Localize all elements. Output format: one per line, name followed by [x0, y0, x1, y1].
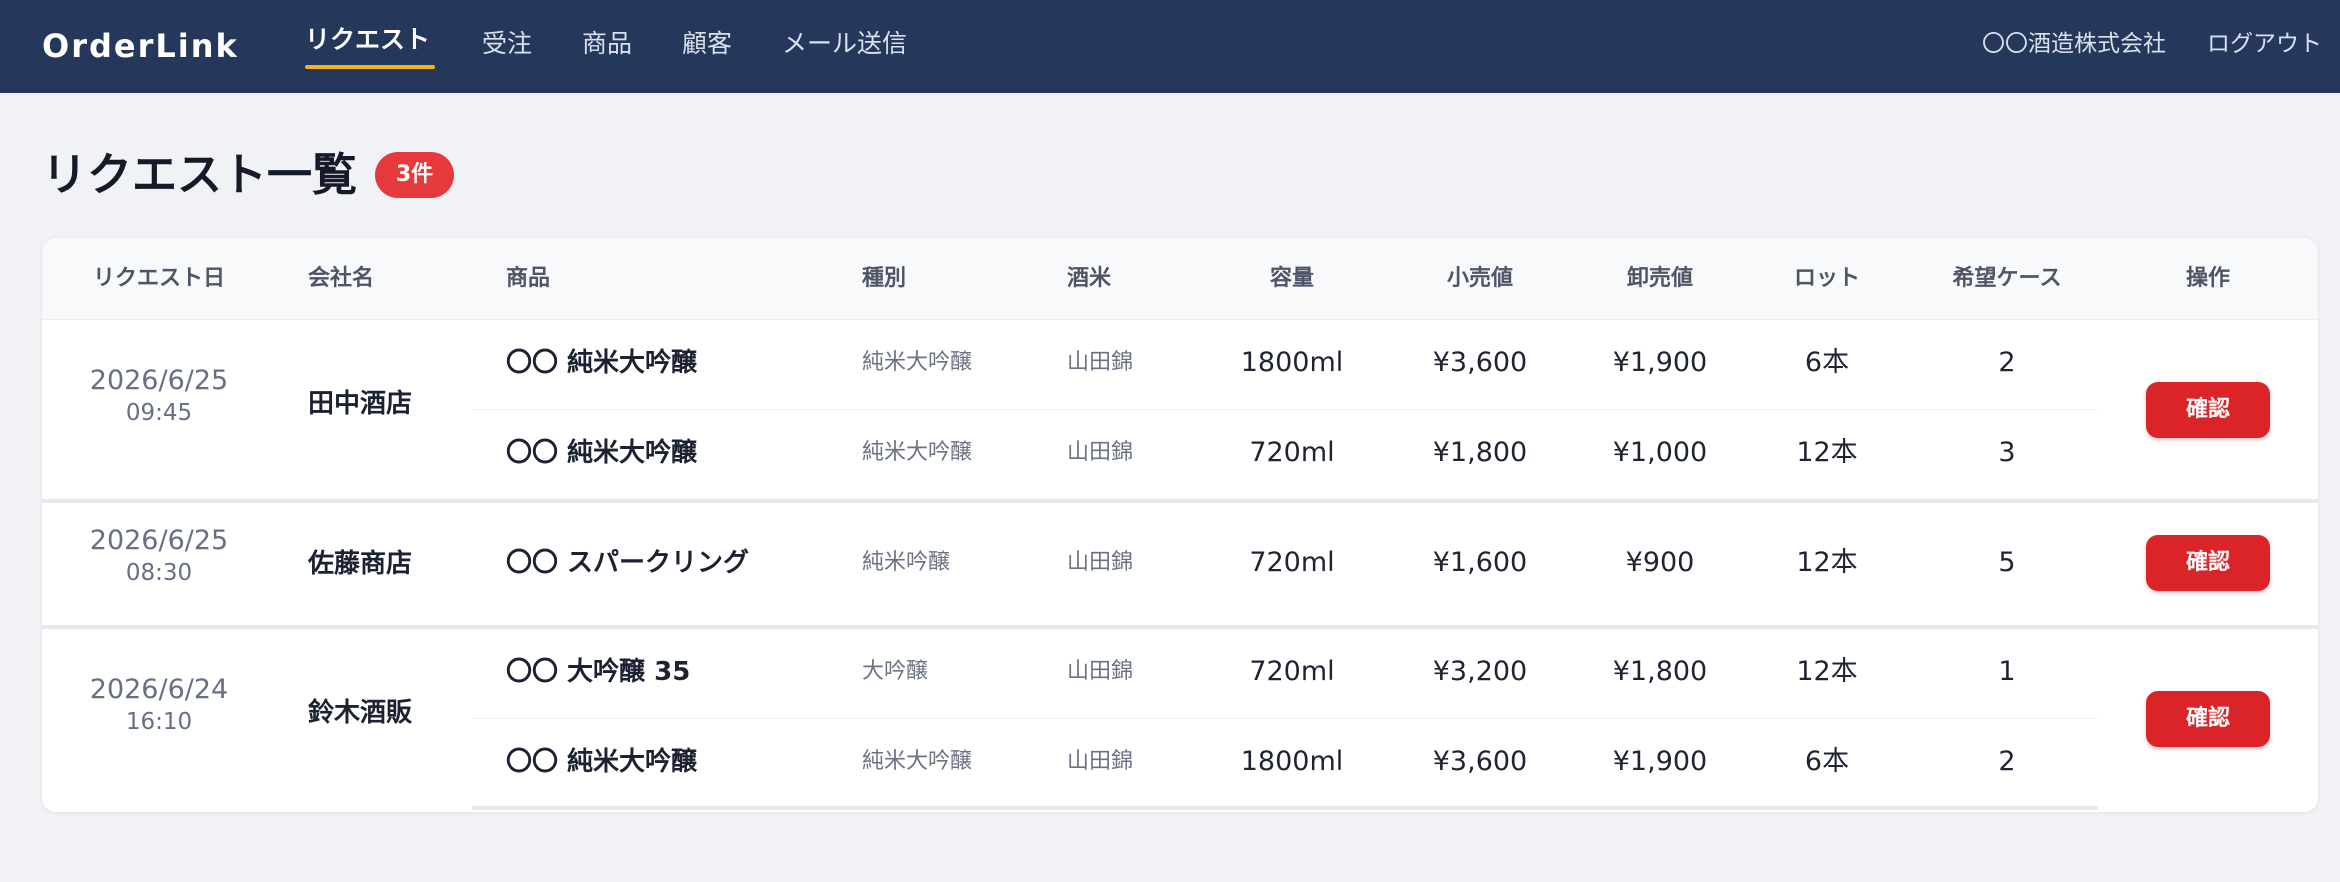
- confirm-button[interactable]: 確認: [2146, 691, 2270, 747]
- product-cell: 〇〇 純米大吟醸: [506, 747, 698, 777]
- cases-cell: 2: [1998, 347, 2016, 378]
- rice-cell: 山田錦: [1067, 659, 1134, 684]
- volume-cell: 1800ml: [1240, 746, 1344, 777]
- nav-item-customers[interactable]: 顧客: [682, 20, 732, 68]
- row-divider: [472, 718, 2098, 719]
- product-cell: 〇〇 純米大吟醸: [506, 348, 698, 378]
- product-cell: 〇〇 大吟醸 35: [506, 657, 691, 687]
- col-header-company: 会社名: [308, 266, 375, 291]
- col-header-cases: 希望ケース: [1952, 266, 2062, 291]
- confirm-button[interactable]: 確認: [2146, 382, 2270, 438]
- nav-active-underline: [305, 65, 435, 69]
- company-name: 〇〇酒造株式会社: [1982, 31, 2166, 57]
- retail-price-cell: ¥3,600: [1432, 347, 1528, 378]
- kind-cell: 純米大吟醸: [862, 440, 973, 465]
- retail-price-cell: ¥3,600: [1432, 746, 1528, 777]
- product-cell: 〇〇 スパークリング: [506, 548, 750, 578]
- page-title: リクエスト一覧: [42, 148, 358, 201]
- volume-cell: 720ml: [1249, 547, 1335, 578]
- rice-cell: 山田錦: [1067, 550, 1134, 575]
- col-header-lot: ロット: [1793, 266, 1860, 291]
- request-group: 2026/6/24 16:10 鈴木酒販 〇〇 大吟醸 35 大吟醸 山田錦 7…: [42, 629, 2318, 812]
- row-divider: [472, 806, 2098, 810]
- request-date: 2026/6/24: [89, 674, 229, 705]
- nav-item-orders[interactable]: 受注: [482, 20, 532, 68]
- brand-logo[interactable]: OrderLink: [42, 22, 239, 70]
- cases-cell: 3: [1998, 437, 2016, 468]
- request-time: 09:45: [125, 400, 193, 426]
- count-badge: 3件: [375, 152, 454, 198]
- product-cell: 〇〇 純米大吟醸: [506, 438, 698, 468]
- request-group: 2026/6/25 08:30 佐藤商店 〇〇 スパークリング 純米吟醸 山田錦…: [42, 503, 2318, 629]
- nav-item-requests[interactable]: リクエスト: [305, 16, 430, 64]
- rice-cell: 山田錦: [1067, 350, 1134, 375]
- request-time: 08:30: [125, 560, 193, 586]
- cases-cell: 5: [1998, 547, 2016, 578]
- logout-link[interactable]: ログアウト: [2207, 20, 2322, 68]
- col-header-volume: 容量: [1269, 266, 1314, 291]
- company-name-cell: 田中酒店: [308, 389, 413, 419]
- nav-item-mail[interactable]: メール送信: [782, 20, 907, 68]
- confirm-button[interactable]: 確認: [2146, 535, 2270, 591]
- lot-cell: 12本: [1796, 547, 1858, 578]
- lot-cell: 12本: [1796, 656, 1858, 687]
- request-date: 2026/6/25: [89, 525, 229, 556]
- lot-cell: 6本: [1804, 347, 1850, 378]
- volume-cell: 720ml: [1249, 656, 1335, 687]
- kind-cell: 純米大吟醸: [862, 749, 973, 774]
- col-header-retail: 小売値: [1446, 266, 1513, 291]
- rice-cell: 山田錦: [1067, 749, 1134, 774]
- table-header: リクエスト日 会社名 商品 種別 酒米 容量 小売値 卸売値 ロット 希望ケース…: [42, 238, 2318, 320]
- retail-price-cell: ¥1,800: [1432, 437, 1528, 468]
- col-header-request-date: リクエスト日: [92, 266, 225, 291]
- cases-cell: 2: [1998, 746, 2016, 777]
- rice-cell: 山田錦: [1067, 440, 1134, 465]
- lot-cell: 6本: [1804, 746, 1850, 777]
- volume-cell: 720ml: [1249, 437, 1335, 468]
- col-header-product: 商品: [506, 266, 551, 291]
- volume-cell: 1800ml: [1240, 347, 1344, 378]
- requests-table: リクエスト日 会社名 商品 種別 酒米 容量 小売値 卸売値 ロット 希望ケース…: [42, 238, 2318, 812]
- col-header-action: 操作: [2185, 266, 2230, 291]
- nav-item-products[interactable]: 商品: [582, 20, 632, 68]
- cases-cell: 1: [1998, 656, 2016, 687]
- top-navbar: OrderLink リクエスト 受注 商品 顧客 メール送信 〇〇酒造株式会社 …: [0, 0, 2340, 93]
- row-divider: [472, 409, 2098, 410]
- retail-price-cell: ¥1,600: [1432, 547, 1528, 578]
- kind-cell: 大吟醸: [862, 659, 929, 684]
- request-group: 2026/6/25 09:45 田中酒店 〇〇 純米大吟醸 純米大吟醸 山田錦 …: [42, 320, 2318, 503]
- kind-cell: 純米吟醸: [862, 550, 951, 575]
- request-time: 16:10: [125, 709, 193, 735]
- request-date: 2026/6/25: [89, 365, 229, 396]
- lot-cell: 12本: [1796, 437, 1858, 468]
- company-name-cell: 佐藤商店: [308, 549, 413, 579]
- company-name-cell: 鈴木酒販: [308, 698, 413, 728]
- col-header-kind: 種別: [862, 266, 907, 291]
- col-header-rice: 酒米: [1067, 266, 1112, 291]
- kind-cell: 純米大吟醸: [862, 350, 973, 375]
- retail-price-cell: ¥3,200: [1432, 656, 1528, 687]
